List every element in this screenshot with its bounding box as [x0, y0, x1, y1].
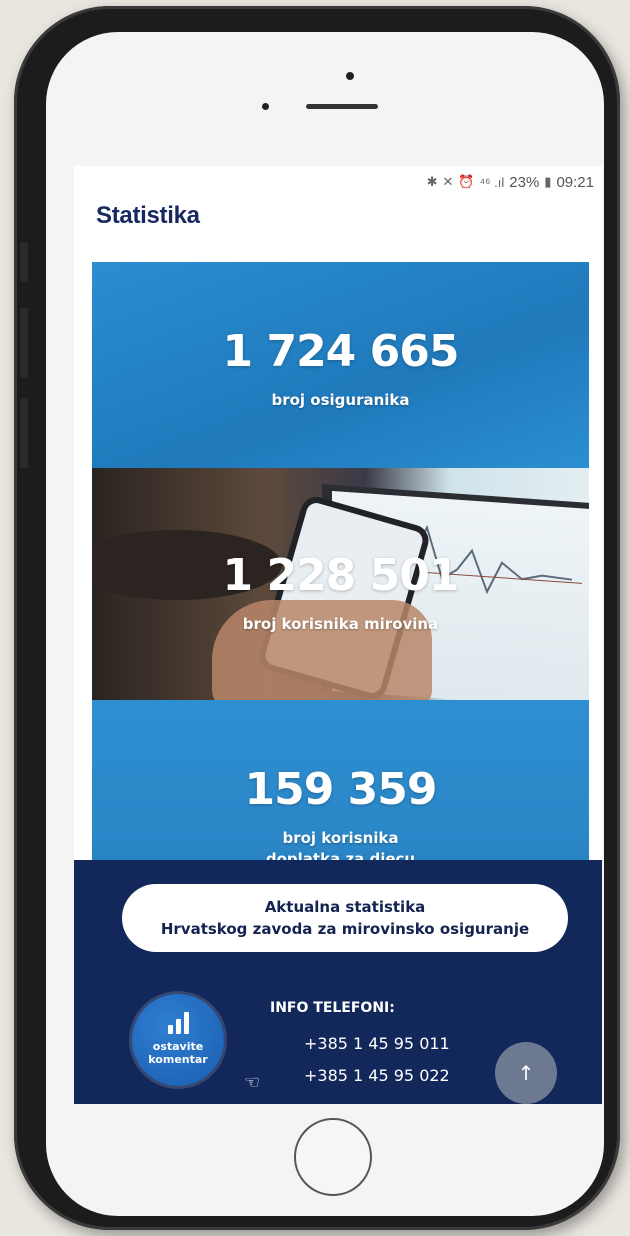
status-bar: ✱ ✕ ⏰ ⁴⁶ .ıl 23% ▮ 09:21: [427, 172, 594, 192]
leave-comment-line-1: ostavite: [152, 1040, 204, 1053]
home-button[interactable]: [294, 1118, 372, 1196]
info-phone-1[interactable]: +385 1 45 95 011: [304, 1034, 450, 1053]
stat-pensioners-number: 1 228 501: [222, 550, 460, 601]
alarm-icon: ⏰: [458, 174, 475, 189]
pointing-hand-icon: ☜: [244, 1072, 261, 1093]
stat-child-allowance-label-1: broj korisnika: [282, 829, 399, 847]
mute-switch: [20, 242, 28, 282]
scroll-to-top-button[interactable]: ↑: [495, 1042, 557, 1104]
info-phone-2[interactable]: +385 1 45 95 022: [304, 1066, 450, 1085]
leave-comment-line-2: komentar: [148, 1053, 208, 1066]
page-title: Statistika: [96, 202, 200, 229]
stat-child-allowance-number: 159 359: [244, 764, 437, 815]
battery-percent: 23%: [509, 173, 540, 191]
front-camera: [346, 72, 354, 80]
battery-icon: ▮: [544, 174, 552, 189]
bar-chart-icon: [168, 1012, 190, 1034]
arrow-up-icon: ↑: [517, 1061, 535, 1085]
app-screen: ✱ ✕ ⏰ ⁴⁶ .ıl 23% ▮ 09:21 Statistika 1 72…: [74, 166, 602, 1104]
volume-down-button: [20, 398, 28, 468]
cta-line-2: Hrvatskog zavoda za mirovinsko osiguranj…: [160, 920, 530, 938]
volume-up-button: [20, 308, 28, 378]
signal-icon: ⁴⁶ .ıl: [479, 174, 505, 190]
stat-insured-number: 1 724 665: [222, 326, 460, 377]
phone-device: ✱ ✕ ⏰ ⁴⁶ .ıl 23% ▮ 09:21 Statistika 1 72…: [14, 6, 620, 1230]
stat-insured-label: broj osiguranika: [271, 391, 410, 409]
leave-comment-button[interactable]: ostavite komentar: [132, 994, 224, 1086]
info-phones-title: INFO TELEFONI:: [270, 1000, 395, 1016]
clock: 09:21: [556, 173, 594, 191]
leave-comment-label: ostavite komentar: [132, 1040, 224, 1066]
stat-pensioners-label: broj korisnika mirovina: [242, 615, 439, 633]
proximity-sensor: [262, 103, 269, 110]
bluetooth-icon: ✱: [426, 174, 438, 189]
cta-line-1: Aktualna statistika: [264, 898, 426, 916]
current-statistics-button[interactable]: Aktualna statistika Hrvatskog zavoda za …: [122, 884, 568, 952]
stats-panel: 1 724 665 broj osiguranika 1 228 501 bro…: [92, 262, 589, 946]
mute-icon: ✕: [442, 174, 454, 189]
earpiece-speaker: [306, 104, 378, 109]
